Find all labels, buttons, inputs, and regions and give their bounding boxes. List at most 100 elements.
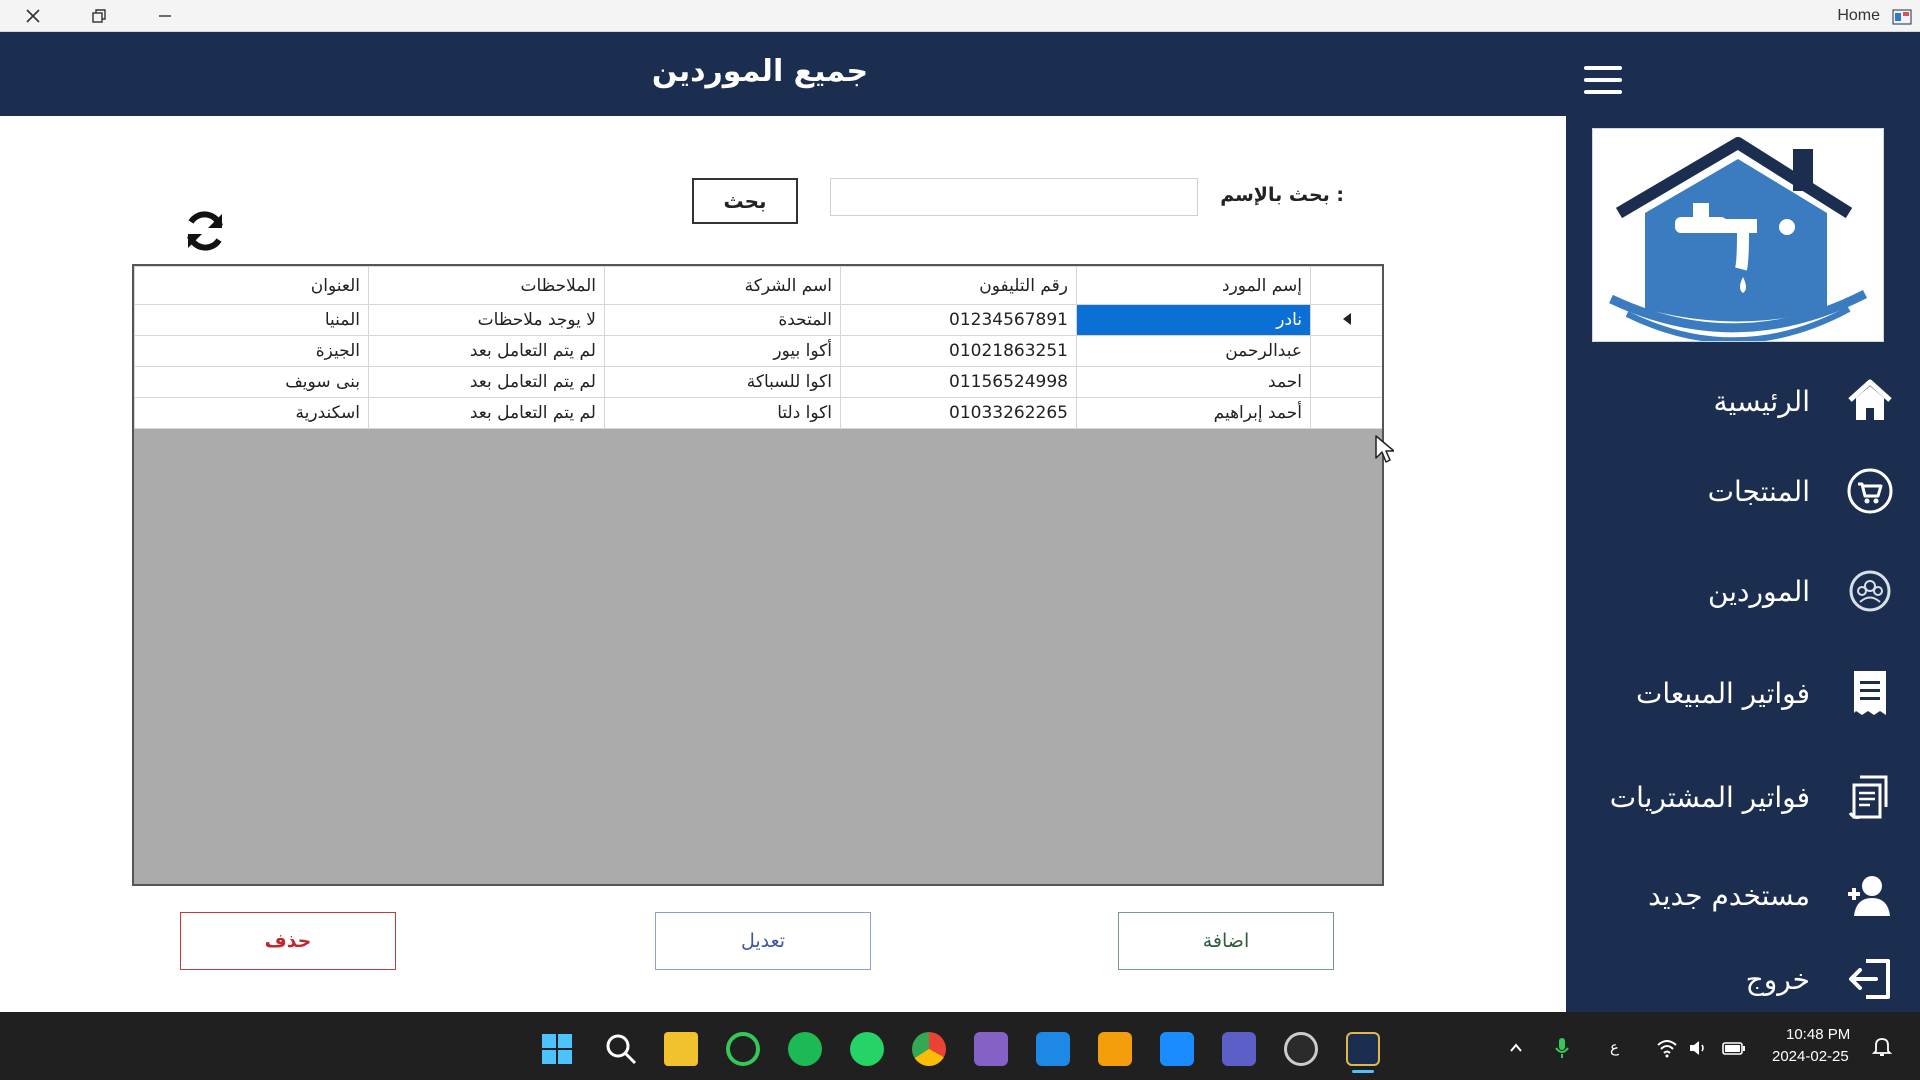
cell-notes[interactable]: لا يوجد ملاحظات bbox=[368, 304, 605, 336]
column-header-address[interactable]: العنوان bbox=[134, 266, 369, 305]
app-logo bbox=[1592, 128, 1884, 344]
cell-address[interactable]: الجيزة bbox=[134, 335, 369, 367]
whatsapp-icon[interactable] bbox=[850, 1032, 884, 1066]
home-icon bbox=[1844, 375, 1896, 427]
cell-supplier-name[interactable]: عبدالرحمن bbox=[1076, 335, 1311, 367]
vscode-icon[interactable] bbox=[1036, 1032, 1070, 1066]
windows-icon bbox=[542, 1034, 572, 1064]
sidebar-item-home[interactable]: الرئيسية bbox=[1566, 366, 1920, 436]
teams-icon[interactable] bbox=[1222, 1032, 1256, 1066]
battery-icon[interactable] bbox=[1722, 1040, 1746, 1056]
menu-toggle-button[interactable] bbox=[1584, 66, 1622, 94]
spotify-icon[interactable] bbox=[788, 1032, 822, 1066]
column-header-supplier-name[interactable]: إسم المورد bbox=[1076, 266, 1311, 305]
receipt-icon bbox=[1844, 667, 1896, 719]
delete-button[interactable]: حذف bbox=[180, 912, 396, 970]
wifi-icon[interactable] bbox=[1656, 1038, 1678, 1058]
current-row-arrow-icon bbox=[1342, 313, 1351, 325]
cell-phone[interactable]: 01033262265 bbox=[840, 397, 1077, 429]
row-selector[interactable] bbox=[1310, 366, 1382, 398]
suppliers-icon bbox=[1844, 565, 1896, 617]
cell-supplier-name[interactable]: أحمد إبراهيم bbox=[1076, 397, 1311, 429]
row-selector[interactable] bbox=[1310, 397, 1382, 429]
search-input[interactable] bbox=[830, 178, 1198, 216]
column-header-company[interactable]: اسم الشركة bbox=[604, 266, 841, 305]
sidebar-item-label: الموردين bbox=[1707, 574, 1810, 608]
clock-date[interactable]: 2024-02-25 bbox=[1772, 1048, 1849, 1065]
cell-phone[interactable]: 01156524998 bbox=[840, 366, 1077, 398]
sidebar-item-suppliers[interactable]: الموردين bbox=[1566, 556, 1920, 626]
input-language[interactable]: ع bbox=[1610, 1038, 1619, 1056]
cell-supplier-name-selected[interactable]: نادر bbox=[1076, 304, 1311, 336]
volume-icon[interactable] bbox=[1688, 1038, 1708, 1058]
sidebar-item-label: فواتير المبيعات bbox=[1635, 676, 1810, 710]
close-window-button[interactable] bbox=[0, 0, 66, 32]
minimize-window-button[interactable] bbox=[132, 0, 198, 32]
sidebar-item-label: خروج bbox=[1745, 962, 1810, 996]
cell-notes[interactable]: لم يتم التعامل بعد bbox=[368, 397, 605, 429]
sidebar: الرئيسية المنتجات الموردين فواتير المبيع… bbox=[1566, 116, 1920, 1012]
cell-supplier-name[interactable]: احمد bbox=[1076, 366, 1311, 398]
column-header-phone[interactable]: رقم التليفون bbox=[840, 266, 1077, 305]
cell-address[interactable]: بنى سويف bbox=[134, 366, 369, 398]
page-title: جميع الموردين bbox=[651, 54, 869, 89]
table-row[interactable]: بنى سويف لم يتم التعامل بعد اكوا للسباكة… bbox=[134, 366, 1382, 398]
sidebar-item-new-user[interactable]: مستخدم جديد bbox=[1566, 860, 1920, 930]
cell-company[interactable]: المتحدة bbox=[604, 304, 841, 336]
house-faucet-logo bbox=[1609, 137, 1868, 344]
sidebar-item-purchase-invoices[interactable]: فواتير المشتريات bbox=[1566, 762, 1920, 832]
table-header-row: العنوان الملاحظات اسم الشركة رقم التليفو… bbox=[134, 266, 1382, 305]
sidebar-item-label: مستخدم جديد bbox=[1648, 878, 1810, 912]
restore-icon bbox=[92, 9, 106, 23]
visual-studio-icon[interactable] bbox=[974, 1032, 1008, 1066]
media-app-icon[interactable] bbox=[726, 1032, 760, 1066]
cell-phone[interactable]: 01021863251 bbox=[840, 335, 1077, 367]
add-button[interactable]: اضافة bbox=[1118, 912, 1334, 970]
app-icon bbox=[1892, 9, 1912, 25]
suppliers-table: العنوان الملاحظات اسم الشركة رقم التليفو… bbox=[134, 266, 1382, 429]
column-header-notes[interactable]: الملاحظات bbox=[368, 266, 605, 305]
os-taskbar bbox=[0, 1012, 1920, 1080]
sidebar-item-logout[interactable]: خروج bbox=[1566, 944, 1920, 1014]
invoice-icon bbox=[1844, 771, 1896, 823]
cell-address[interactable]: المنيا bbox=[134, 304, 369, 336]
taskbar-search-button[interactable] bbox=[604, 1032, 638, 1066]
cell-company[interactable]: اكوا للسباكة bbox=[604, 366, 841, 398]
sidebar-item-label: فواتير المشتريات bbox=[1609, 780, 1810, 814]
row-selector[interactable] bbox=[1310, 335, 1382, 367]
search-label: بحث بالإسم : bbox=[1220, 184, 1344, 206]
window-titlebar: Home bbox=[0, 0, 1920, 32]
cell-notes[interactable]: لم يتم التعامل بعد bbox=[368, 335, 605, 367]
app-clock-icon[interactable] bbox=[1284, 1032, 1318, 1066]
sidebar-item-sales-invoices[interactable]: فواتير المبيعات bbox=[1566, 658, 1920, 728]
restore-window-button[interactable] bbox=[66, 0, 132, 32]
microphone-icon[interactable] bbox=[1554, 1036, 1570, 1060]
sidebar-item-products[interactable]: المنتجات bbox=[1566, 456, 1920, 526]
cell-address[interactable]: اسكندرية bbox=[134, 397, 369, 429]
table-row[interactable]: المنيا لا يوجد ملاحظات المتحدة 012345678… bbox=[134, 304, 1382, 336]
cell-company[interactable]: أكوا بيور bbox=[604, 335, 841, 367]
suppliers-grid[interactable]: العنوان الملاحظات اسم الشركة رقم التليفو… bbox=[132, 264, 1384, 886]
cell-company[interactable]: اكوا دلتا bbox=[604, 397, 841, 429]
paint-app-icon[interactable] bbox=[1098, 1032, 1132, 1066]
start-button[interactable] bbox=[540, 1032, 574, 1066]
active-app-indicator bbox=[1352, 1070, 1374, 1073]
refresh-button[interactable] bbox=[180, 206, 230, 256]
search-button[interactable]: بحث bbox=[692, 178, 798, 224]
table-row[interactable]: الجيزة لم يتم التعامل بعد أكوا بيور 0102… bbox=[134, 335, 1382, 367]
mouse-cursor-icon bbox=[1375, 435, 1394, 463]
table-row[interactable]: اسكندرية لم يتم التعامل بعد اكوا دلتا 01… bbox=[134, 397, 1382, 429]
edit-button[interactable]: تعديل bbox=[655, 912, 871, 970]
clock-time[interactable]: 10:48 PM bbox=[1786, 1026, 1850, 1043]
notification-icon[interactable] bbox=[1871, 1036, 1893, 1058]
network-app-icon[interactable] bbox=[1160, 1032, 1194, 1066]
chrome-icon[interactable] bbox=[912, 1032, 946, 1066]
minimize-icon bbox=[159, 15, 171, 17]
row-selector[interactable] bbox=[1310, 304, 1382, 336]
cell-notes[interactable]: لم يتم التعامل بعد bbox=[368, 366, 605, 398]
running-app-icon[interactable] bbox=[1346, 1032, 1380, 1066]
file-explorer-icon[interactable] bbox=[664, 1032, 698, 1066]
tray-chevron-icon[interactable] bbox=[1508, 1040, 1524, 1056]
cell-phone[interactable]: 01234567891 bbox=[840, 304, 1077, 336]
logout-icon bbox=[1844, 953, 1896, 1005]
